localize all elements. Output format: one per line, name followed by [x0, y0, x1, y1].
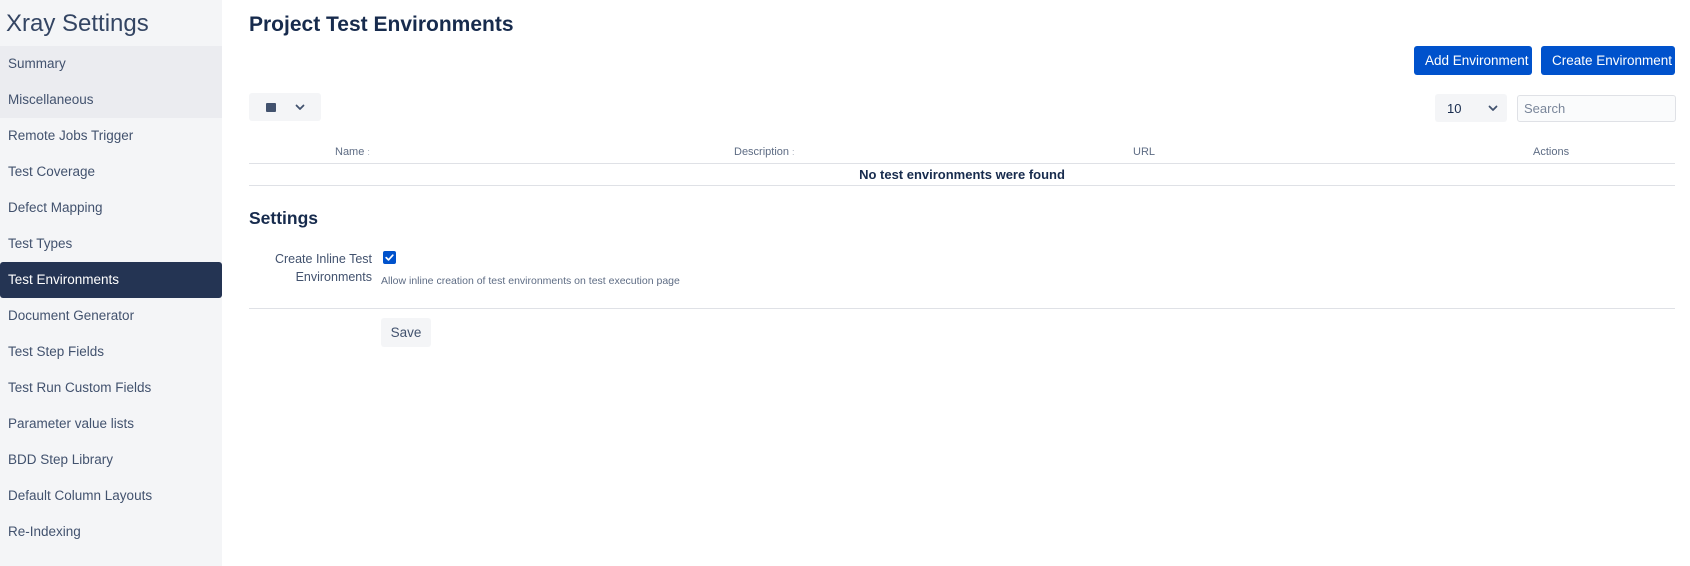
- column-header-name[interactable]: Name:: [335, 146, 370, 158]
- sidebar: Xray Settings Summary Miscellaneous Remo…: [0, 0, 222, 566]
- page-title: Project Test Environments: [249, 13, 514, 36]
- page-size-value: 10: [1447, 101, 1462, 116]
- page-size-select[interactable]: 10: [1435, 94, 1507, 122]
- sidebar-item-test-run-custom-fields[interactable]: Test Run Custom Fields: [0, 370, 222, 406]
- sidebar-item-test-coverage[interactable]: Test Coverage: [0, 154, 222, 190]
- chevron-down-icon: [295, 104, 305, 110]
- table-empty-message: No test environments were found: [249, 164, 1675, 186]
- checkmark-icon: [385, 254, 394, 261]
- inline-test-environments-checkbox[interactable]: [383, 251, 396, 264]
- sidebar-item-summary[interactable]: Summary: [0, 46, 222, 82]
- sidebar-item-remote-jobs-trigger[interactable]: Remote Jobs Trigger: [0, 118, 222, 154]
- sidebar-item-test-environments[interactable]: Test Environments: [0, 262, 222, 298]
- sidebar-item-bdd-step-library[interactable]: BDD Step Library: [0, 442, 222, 478]
- sidebar-item-defect-mapping[interactable]: Defect Mapping: [0, 190, 222, 226]
- main-content: Project Test Environments Add Environmen…: [249, 0, 1676, 566]
- column-header-actions: Actions: [1533, 146, 1570, 158]
- table-header: Name: Description: URL Actions: [249, 142, 1675, 164]
- sidebar-item-parameter-value-lists[interactable]: Parameter value lists: [0, 406, 222, 442]
- inline-test-environments-label: Create Inline Test Environments: [274, 252, 372, 284]
- settings-heading: Settings: [249, 208, 319, 228]
- sidebar-nav: Summary Miscellaneous Remote Jobs Trigge…: [0, 46, 222, 550]
- sidebar-item-miscellaneous[interactable]: Miscellaneous: [0, 82, 222, 118]
- inline-test-environments-help: Allow inline creation of test environmen…: [381, 275, 680, 287]
- column-header-name-label: Name: [335, 146, 365, 158]
- sidebar-item-test-step-fields[interactable]: Test Step Fields: [0, 334, 222, 370]
- column-selector-dropdown[interactable]: [249, 93, 321, 121]
- sort-icon: :: [792, 147, 795, 157]
- divider: [249, 308, 1675, 309]
- sidebar-item-default-column-layouts[interactable]: Default Column Layouts: [0, 478, 222, 514]
- sidebar-item-re-indexing[interactable]: Re-Indexing: [0, 514, 222, 550]
- sort-icon: :: [367, 147, 370, 157]
- column-header-url[interactable]: URL: [1133, 146, 1155, 158]
- add-environment-button[interactable]: Add Environment: [1414, 46, 1532, 75]
- column-header-description-label: Description: [734, 146, 790, 158]
- save-button[interactable]: Save: [381, 318, 431, 347]
- sidebar-item-document-generator[interactable]: Document Generator: [0, 298, 222, 334]
- environments-table: Name: Description: URL Actions No test e…: [249, 142, 1675, 186]
- sidebar-title: Xray Settings: [6, 10, 149, 37]
- square-icon: [266, 103, 276, 112]
- sidebar-item-test-types[interactable]: Test Types: [0, 226, 222, 262]
- column-header-description[interactable]: Description:: [734, 146, 795, 158]
- search-input[interactable]: [1517, 95, 1676, 122]
- chevron-down-icon: [1488, 105, 1498, 111]
- create-environment-button[interactable]: Create Environment: [1541, 46, 1675, 75]
